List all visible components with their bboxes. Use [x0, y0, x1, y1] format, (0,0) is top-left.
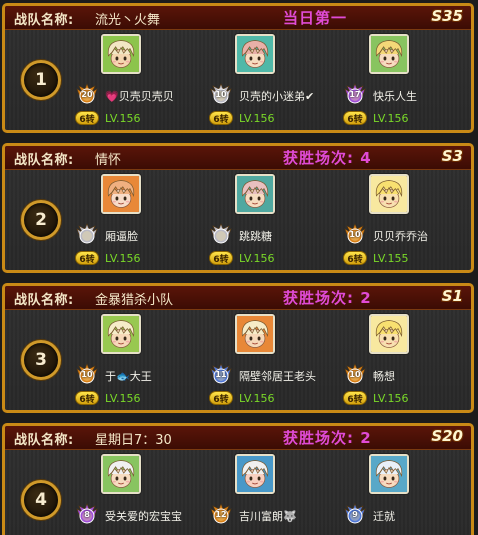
- rank-badge-icon: 11: [209, 363, 233, 385]
- badge-number: 10: [215, 89, 227, 99]
- team-name-label: 战队名称:: [14, 293, 74, 308]
- player-level: LV.156: [239, 252, 275, 265]
- team-stat: 获胜场次: 4: [283, 149, 372, 167]
- rank-medal: 2: [21, 200, 61, 240]
- team-header: 战队名称: 星期日7：30 获胜场次: 2 S20: [5, 426, 471, 450]
- rank-badge-icon: 9: [343, 503, 367, 525]
- rank-medal: 4: [21, 480, 61, 520]
- player-avatar[interactable]: [235, 454, 275, 494]
- team-name-label: 战队名称:: [14, 153, 74, 168]
- player-name: 贝壳的小迷弟✔: [239, 90, 315, 103]
- player-level: LV.156: [239, 392, 275, 405]
- team-header: 战队名称: 情怀 获胜场次: 4 S3: [5, 146, 471, 170]
- badge-number: 20: [81, 89, 93, 99]
- player-avatar[interactable]: [235, 174, 275, 214]
- rank-badge-icon: 8: [75, 503, 99, 525]
- rank-badge-icon: 12: [209, 503, 233, 525]
- player-name: 💗贝壳贝壳贝: [105, 90, 174, 103]
- team-name-label: 战队名称:: [14, 433, 74, 448]
- rank-badge-icon: 20: [75, 83, 99, 105]
- season-tag: S20: [431, 427, 463, 445]
- team-name-label: 战队名称:: [14, 13, 74, 28]
- rank-badge-icon: [75, 223, 99, 245]
- player-level: LV.156: [105, 392, 141, 405]
- reincarnation-coin: 6转: [343, 251, 367, 265]
- rank-badge-icon: [209, 223, 233, 245]
- player-name: 吉川富朗🐺: [239, 510, 297, 523]
- reincarnation-coin: 6转: [75, 251, 99, 265]
- player-avatar[interactable]: [369, 34, 409, 74]
- rank-badge-icon: 10: [75, 363, 99, 385]
- badge-number: 11: [215, 369, 227, 379]
- team-panel-2[interactable]: 战队名称: 情怀 获胜场次: 4 S3 2 厢逼脸 6转 LV.156 跳跳糖 6转 L…: [2, 143, 474, 273]
- badge-number: 17: [349, 89, 361, 99]
- player-name: 快乐人生: [373, 90, 417, 103]
- player-name: 贝贝乔乔治: [373, 230, 428, 243]
- player-name: 厢逼脸: [105, 230, 138, 243]
- team-name: 情怀: [95, 153, 122, 168]
- player-avatar[interactable]: [369, 454, 409, 494]
- player-avatar[interactable]: [369, 174, 409, 214]
- badge-number: 12: [215, 509, 227, 519]
- player-avatar[interactable]: [369, 314, 409, 354]
- player-avatar[interactable]: [101, 454, 141, 494]
- reincarnation-coin: 6转: [343, 111, 367, 125]
- player-level: LV.155: [373, 252, 409, 265]
- team-panel-1[interactable]: 战队名称: 流光丶火舞 当日第一 S35 1 20 💗贝壳贝壳贝 6转 LV.156 …: [2, 3, 474, 133]
- player-name: 受关爱的宏宝宝: [105, 510, 182, 523]
- rank-badge-icon: 17: [343, 83, 367, 105]
- team-header: 战队名称: 金暴猎杀小队 获胜场次: 2 S1: [5, 286, 471, 310]
- badge-number: 10: [81, 369, 93, 379]
- season-tag: S35: [431, 7, 463, 25]
- season-tag: S1: [441, 287, 463, 305]
- player-name: 跳跳糖: [239, 230, 272, 243]
- season-tag: S3: [441, 147, 463, 165]
- player-name: 畅想: [373, 370, 395, 383]
- player-name: 迁就: [373, 510, 395, 523]
- player-level: LV.156: [373, 112, 409, 125]
- rank-badge-icon: 10: [209, 83, 233, 105]
- badge-number: 10: [349, 229, 361, 239]
- team-stat: 当日第一: [283, 9, 348, 27]
- player-name: 隔壁邻居王老头: [239, 370, 316, 383]
- badge-number: 10: [349, 369, 361, 379]
- rank-medal: 3: [21, 340, 61, 380]
- player-level: LV.156: [105, 252, 141, 265]
- reincarnation-coin: 6转: [209, 111, 233, 125]
- team-name: 金暴猎杀小队: [95, 293, 174, 308]
- reincarnation-coin: 6转: [209, 251, 233, 265]
- team-name: 流光丶火舞: [95, 13, 161, 28]
- badge-number: 8: [84, 509, 90, 519]
- player-avatar[interactable]: [235, 314, 275, 354]
- player-avatar[interactable]: [101, 174, 141, 214]
- player-avatar[interactable]: [101, 314, 141, 354]
- reincarnation-coin: 6转: [75, 111, 99, 125]
- player-level: LV.156: [105, 112, 141, 125]
- player-avatar[interactable]: [235, 34, 275, 74]
- player-avatar[interactable]: [101, 34, 141, 74]
- player-level: LV.156: [239, 112, 275, 125]
- rank-badge-icon: 10: [343, 363, 367, 385]
- team-name: 星期日7：30: [95, 433, 172, 448]
- player-name: 于🐟大王: [105, 370, 152, 383]
- team-panel-4[interactable]: 战队名称: 星期日7：30 获胜场次: 2 S20 4 8 受关爱的宏宝宝 12 吉…: [2, 423, 474, 535]
- reincarnation-coin: 6转: [209, 391, 233, 405]
- team-stat: 获胜场次: 2: [283, 289, 372, 307]
- reincarnation-coin: 6转: [75, 391, 99, 405]
- team-stat: 获胜场次: 2: [283, 429, 372, 447]
- badge-number: 9: [352, 509, 358, 519]
- team-panel-3[interactable]: 战队名称: 金暴猎杀小队 获胜场次: 2 S1 3 10 于🐟大王 6转 LV.156…: [2, 283, 474, 413]
- rank-badge-icon: 10: [343, 223, 367, 245]
- player-level: LV.156: [373, 392, 409, 405]
- rank-medal: 1: [21, 60, 61, 100]
- team-header: 战队名称: 流光丶火舞 当日第一 S35: [5, 6, 471, 30]
- reincarnation-coin: 6转: [343, 391, 367, 405]
